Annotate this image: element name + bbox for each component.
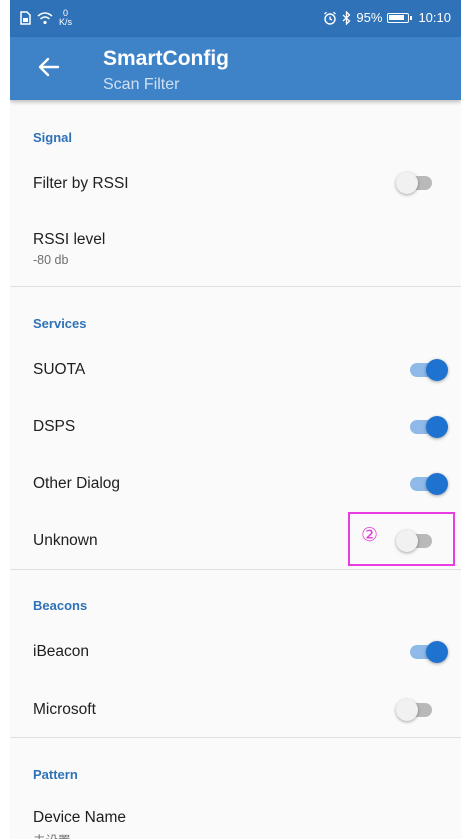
rssi-level-label[interactable]: RSSI level [33, 231, 105, 249]
network-speed: 0 K/s [59, 9, 72, 27]
switch-thumb [426, 641, 448, 663]
sim-card-icon [20, 11, 31, 25]
filter-by-rssi-label: Filter by RSSI [33, 175, 129, 192]
bluetooth-icon [342, 10, 351, 25]
alarm-icon [324, 11, 337, 25]
switch-thumb [426, 473, 448, 495]
back-arrow-icon[interactable] [36, 54, 62, 80]
other-dialog-switch[interactable] [408, 472, 450, 496]
other-dialog-label: Other Dialog [33, 475, 121, 492]
section-header-signal: Signal [33, 130, 73, 145]
battery-percent: 95% [356, 10, 383, 25]
app-subtitle: Scan Filter [103, 76, 180, 93]
clock: 10:10 [418, 10, 451, 25]
microsoft-label: Microsoft [33, 701, 96, 718]
app-bar: SmartConfig Scan Filter [10, 37, 461, 100]
app-title: SmartConfig [103, 47, 229, 70]
ibeacon-label: iBeacon [33, 643, 90, 660]
status-left: 0 K/s [20, 9, 72, 27]
filter-by-rssi-switch[interactable] [396, 171, 438, 195]
divider [10, 737, 461, 738]
dsps-switch[interactable] [408, 415, 450, 439]
microsoft-switch[interactable] [396, 698, 438, 722]
switch-thumb [396, 530, 418, 552]
switch-thumb [426, 359, 448, 381]
battery-icon [387, 12, 413, 23]
section-header-services: Services [33, 316, 87, 331]
status-bar: 0 K/s 95% 10:10 [10, 0, 461, 37]
divider [10, 569, 461, 570]
switch-thumb [426, 416, 448, 438]
switch-thumb [396, 172, 418, 194]
step-marker: ② [361, 525, 379, 546]
section-header-beacons: Beacons [33, 598, 88, 613]
dsps-label: DSPS [33, 418, 76, 435]
divider [10, 286, 461, 287]
status-right: 95% 10:10 [323, 10, 451, 25]
scan-filter-screen: 0 K/s 95% 10:10 SmartConfig Scan Filter … [10, 0, 461, 839]
ibeacon-switch[interactable] [408, 640, 450, 664]
rssi-level-value: -80 db [33, 253, 69, 267]
device-name-label[interactable]: Device Name [33, 809, 126, 827]
network-speed-unit: K/s [59, 17, 73, 27]
unknown-label: Unknown [33, 532, 98, 549]
unknown-switch[interactable] [396, 529, 438, 553]
suota-switch[interactable] [408, 358, 450, 382]
suota-label: SUOTA [33, 361, 86, 378]
wifi-icon [37, 11, 53, 24]
device-name-value: 未设置 [33, 830, 71, 839]
switch-thumb [396, 699, 418, 721]
section-header-pattern: Pattern [33, 767, 78, 782]
